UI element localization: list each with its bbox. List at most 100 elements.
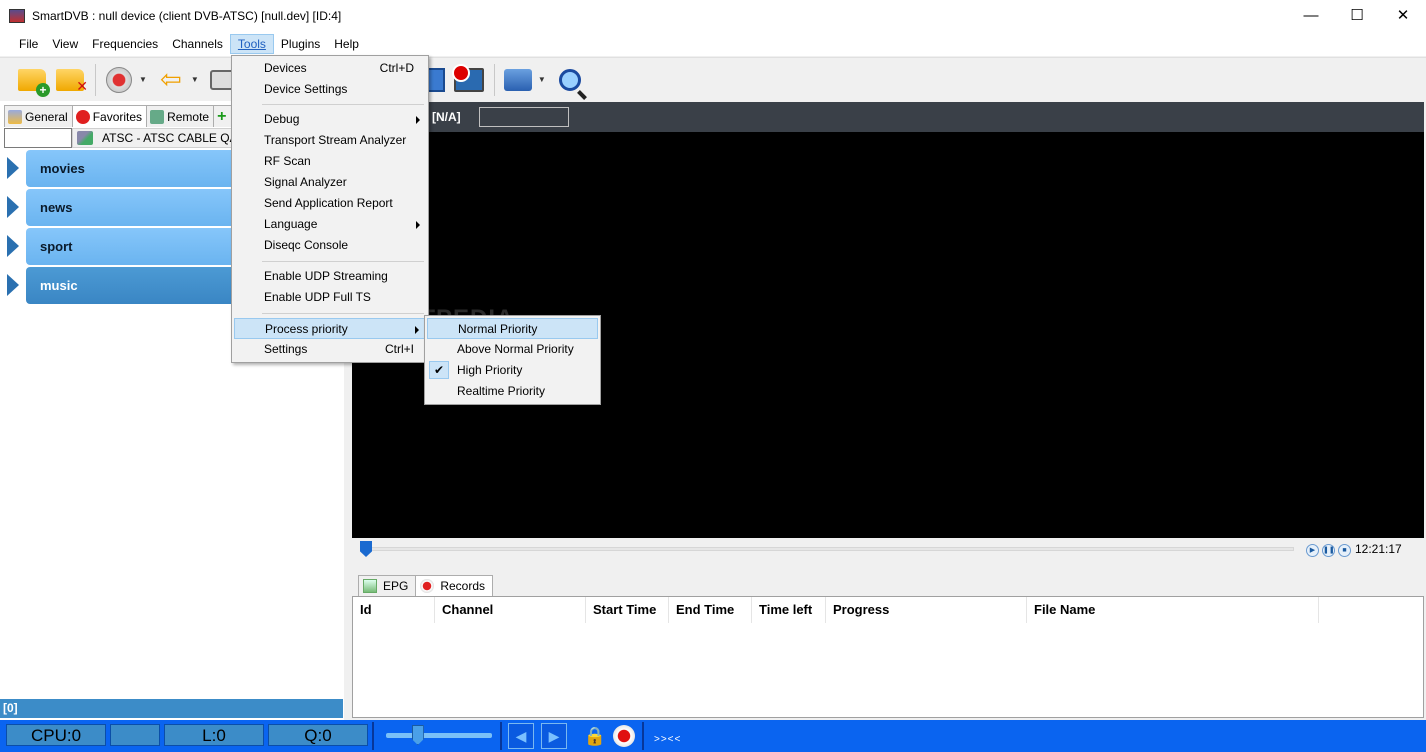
status-separator: [500, 722, 502, 750]
menu-item-debug[interactable]: Debug: [234, 109, 426, 130]
menu-item-rf-scan[interactable]: RF Scan: [234, 151, 426, 172]
print-button[interactable]: [500, 62, 536, 98]
submenu-arrow-icon: [416, 221, 420, 229]
tab-label: Records: [440, 579, 486, 593]
menu-item-enable-udp-full-ts[interactable]: Enable UDP Full TS: [234, 287, 426, 308]
channel-info-label: [N/A]: [432, 110, 461, 124]
tools-menu: Devices Ctrl+D Device Settings Debug Tran…: [231, 55, 429, 363]
pause-icon[interactable]: ❚❚: [1322, 544, 1335, 557]
tab-label: Favorites: [92, 109, 143, 124]
menu-item-normal-priority[interactable]: Normal Priority: [427, 318, 598, 339]
search-button[interactable]: [552, 62, 588, 98]
menu-item-high-priority[interactable]: ✔ High Priority: [427, 360, 598, 381]
channel-info-box: [478, 107, 569, 127]
menu-item-label: Settings: [264, 342, 308, 356]
menu-plugins[interactable]: Plugins: [274, 35, 327, 53]
menu-channels[interactable]: Channels: [165, 35, 230, 53]
previous-channel-button[interactable]: ◀: [508, 723, 534, 749]
column-header-channel[interactable]: Channel: [435, 597, 586, 623]
close-folder-icon: [56, 68, 88, 95]
stop-icon[interactable]: ■: [1338, 544, 1351, 557]
tab-general[interactable]: General: [4, 105, 73, 127]
menu-item-above-normal-priority[interactable]: Above Normal Priority: [427, 339, 598, 360]
column-header-id[interactable]: Id: [353, 597, 435, 623]
menu-item-realtime-priority[interactable]: Realtime Priority: [427, 381, 598, 402]
tab-epg[interactable]: EPG: [358, 575, 417, 596]
minimize-button[interactable]: —: [1288, 0, 1334, 30]
signal-arrows: >><<: [654, 734, 682, 745]
menu-item-label: Devices: [264, 61, 307, 75]
record-button[interactable]: [101, 62, 137, 98]
column-header-end-time[interactable]: End Time: [669, 597, 752, 623]
toolbar-separator: [493, 63, 495, 96]
menu-help[interactable]: Help: [327, 35, 366, 53]
back-button[interactable]: ⇦: [153, 62, 189, 98]
satellite-icon: [77, 131, 93, 145]
back-dropdown-arrow[interactable]: ▼: [191, 75, 199, 84]
seek-bar: ▶ ❚❚ ■ 12:21:17: [352, 538, 1424, 562]
app-icon: [9, 9, 25, 23]
menu-item-language[interactable]: Language: [234, 214, 426, 235]
seek-thumb[interactable]: [360, 541, 372, 557]
column-header-start-time[interactable]: Start Time: [586, 597, 669, 623]
record-status-button[interactable]: [611, 723, 637, 749]
lock-icon[interactable]: 🔒: [582, 723, 608, 749]
toolbar-separator: [95, 63, 96, 96]
source-label: ATSC - ATSC CABLE QAM: [102, 131, 248, 145]
menu-frequencies[interactable]: Frequencies: [85, 35, 165, 53]
menu-file[interactable]: File: [12, 35, 45, 53]
menu-item-signal-analyzer[interactable]: Signal Analyzer: [234, 172, 426, 193]
menu-item-label: Debug: [264, 112, 300, 126]
plus-icon: +: [217, 107, 227, 125]
window-title: SmartDVB : null device (client DVB-ATSC)…: [32, 9, 342, 23]
window-controls: — ☐ ✕: [1288, 0, 1426, 30]
print-icon: [503, 68, 532, 91]
tab-label: General: [25, 109, 68, 124]
menu-separator: [262, 313, 424, 314]
epg-icon: [363, 579, 377, 593]
column-header-file-name[interactable]: File Name: [1027, 597, 1319, 623]
filter-input[interactable]: [4, 128, 72, 148]
menu-tools[interactable]: Tools: [229, 34, 274, 54]
volume-slider-thumb[interactable]: [411, 725, 424, 745]
volume-slider-track[interactable]: [386, 733, 492, 738]
seek-track[interactable]: [364, 547, 1294, 551]
records-table: Id Channel Start Time End Time Time left…: [352, 596, 1424, 718]
next-channel-button[interactable]: ▶: [541, 723, 567, 749]
expand-arrow-icon[interactable]: [4, 266, 22, 304]
back-arrow-icon: ⇦: [160, 64, 182, 94]
close-button[interactable]: ✕: [1380, 0, 1426, 30]
menu-view[interactable]: View: [45, 35, 85, 53]
favorites-icon: [75, 109, 90, 124]
menu-item-transport-stream-analyzer[interactable]: Transport Stream Analyzer: [234, 130, 426, 151]
close-folder-button[interactable]: [52, 62, 88, 98]
maximize-button[interactable]: ☐: [1334, 0, 1380, 30]
menu-item-settings[interactable]: Settings Ctrl+I: [234, 339, 426, 360]
menu-item-send-application-report[interactable]: Send Application Report: [234, 193, 426, 214]
column-header-time-left[interactable]: Time left: [752, 597, 826, 623]
menu-item-devices[interactable]: Devices Ctrl+D: [234, 58, 426, 79]
tv-record-button[interactable]: [451, 62, 487, 98]
print-dropdown-arrow[interactable]: ▼: [538, 75, 546, 84]
expand-arrow-icon[interactable]: [4, 227, 22, 265]
signal-level-indicator: [110, 724, 160, 746]
record-dropdown-arrow[interactable]: ▼: [139, 75, 147, 84]
channel-count-status: [0]: [0, 699, 343, 718]
column-header-progress[interactable]: Progress: [826, 597, 1027, 623]
open-folder-icon: [18, 68, 50, 97]
menu-item-diseqc-console[interactable]: Diseqc Console: [234, 235, 426, 256]
menu-item-label: Process priority: [265, 322, 348, 336]
tab-remote[interactable]: Remote: [146, 105, 215, 127]
menu-item-enable-udp-streaming[interactable]: Enable UDP Streaming: [234, 266, 426, 287]
menu-item-device-settings[interactable]: Device Settings: [234, 79, 426, 100]
play-icon[interactable]: ▶: [1306, 544, 1319, 557]
menu-item-process-priority[interactable]: Process priority: [234, 318, 426, 339]
time-display: 12:21:17: [1355, 542, 1402, 556]
open-folder-button[interactable]: [14, 62, 50, 98]
expand-arrow-icon[interactable]: [4, 149, 22, 187]
tab-favorites[interactable]: Favorites: [71, 105, 148, 127]
expand-arrow-icon[interactable]: [4, 188, 22, 226]
tab-records[interactable]: Records: [415, 575, 494, 596]
quality-indicator: Q:0: [268, 724, 368, 746]
menu-item-label: High Priority: [457, 363, 523, 377]
